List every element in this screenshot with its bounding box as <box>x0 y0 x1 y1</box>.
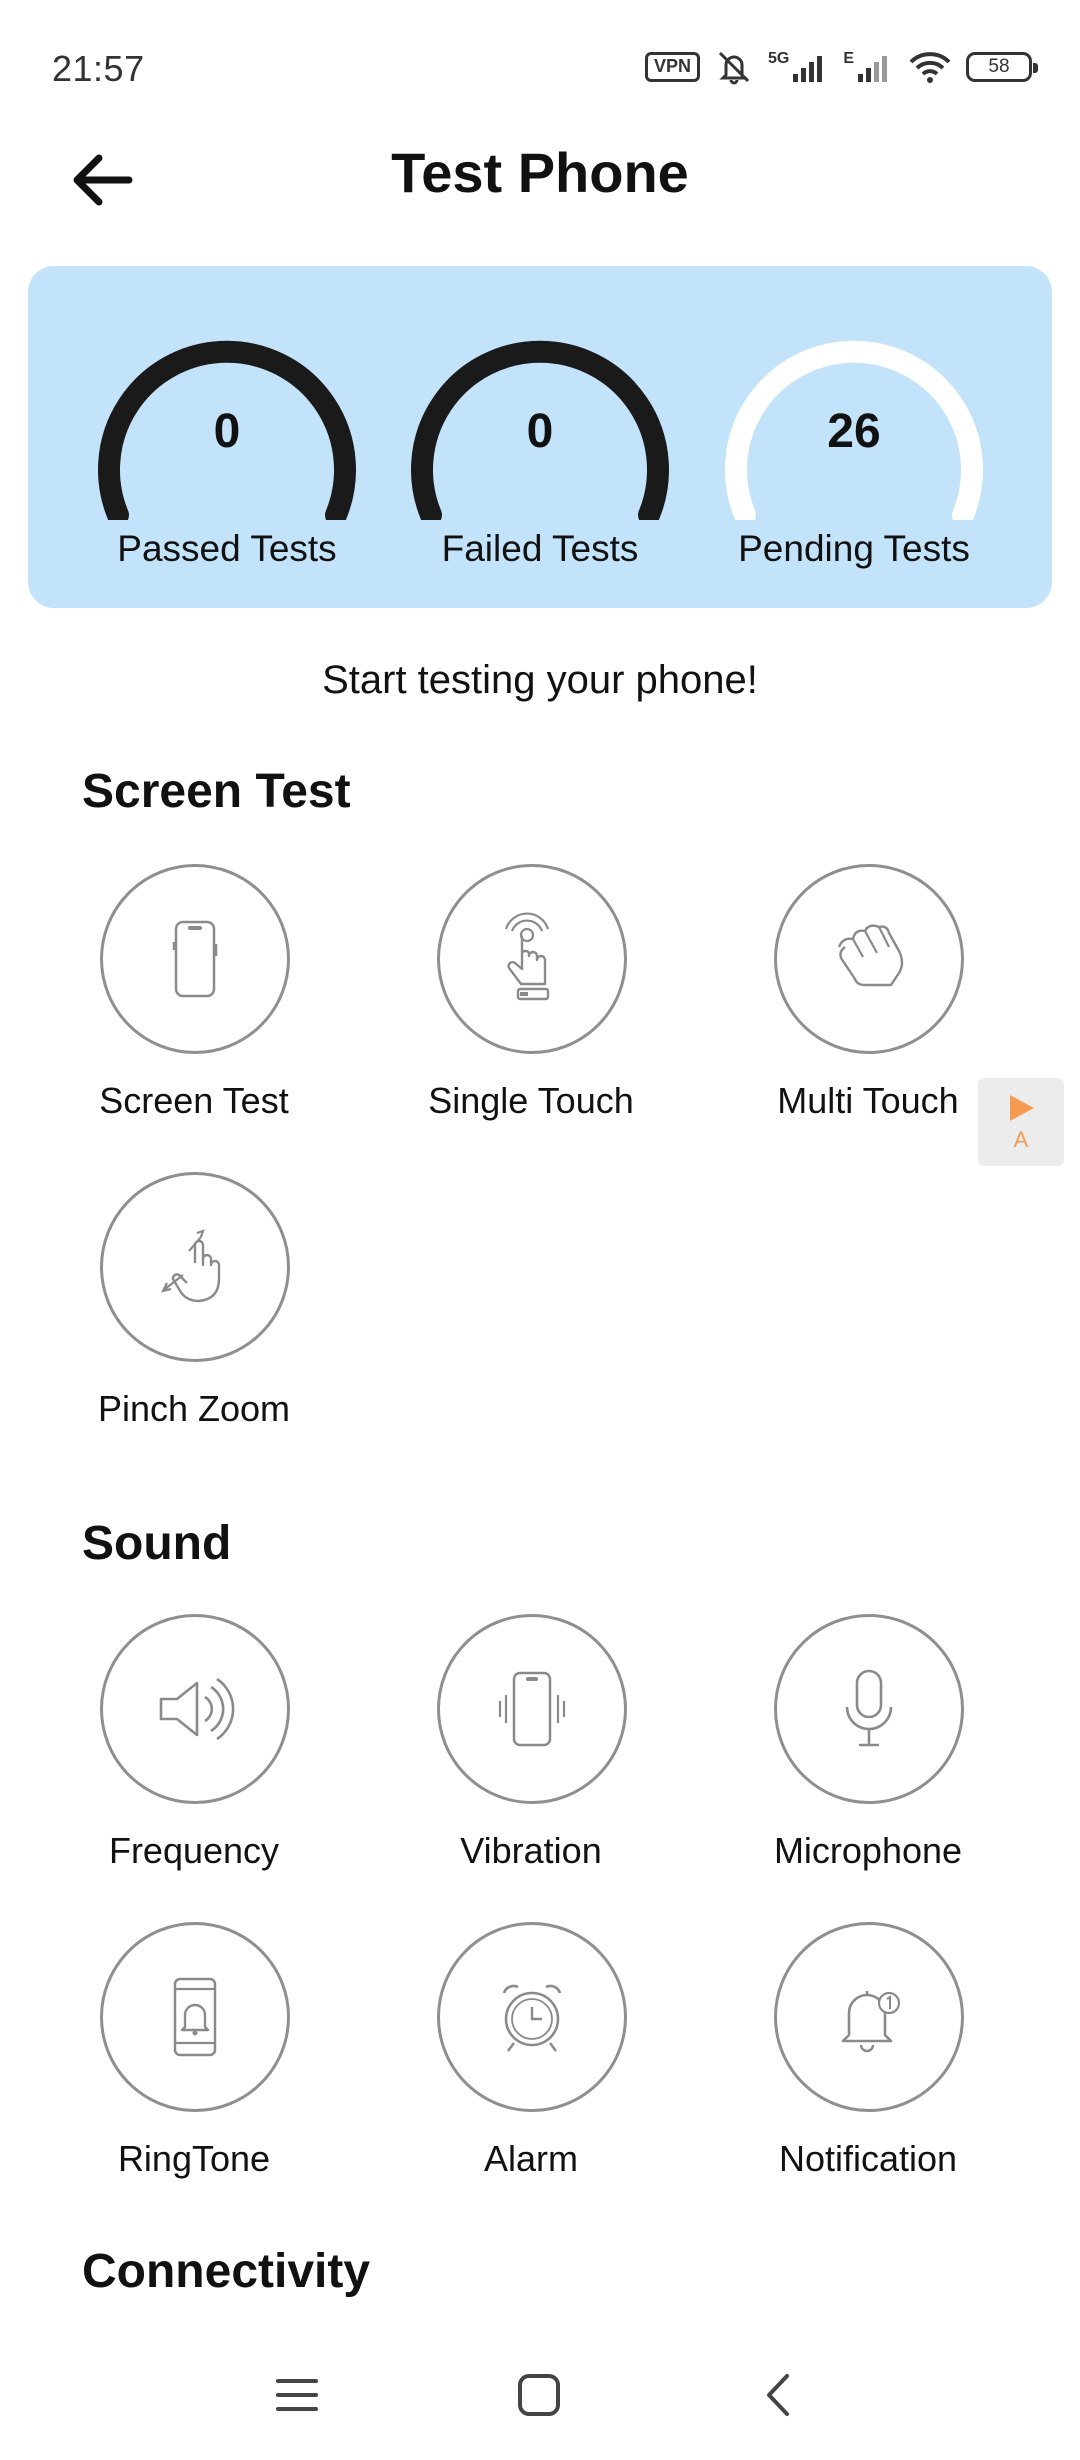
tile-label: Notification <box>778 2138 958 2179</box>
system-nav-bar <box>0 2330 1080 2460</box>
tile-label: Microphone <box>773 1830 963 1871</box>
failed-tests-label: Failed Tests <box>441 528 639 569</box>
tile-label: RingTone <box>117 2138 271 2179</box>
signal-5g-icon: 5G <box>768 50 829 84</box>
alarm-clock-icon <box>502 1984 562 2052</box>
menu-icon <box>276 2379 318 2411</box>
test-summary-card: 0 Passed Tests 0 Failed Tests 26 Pending… <box>28 266 1052 608</box>
tile-icon-circle <box>774 864 964 1054</box>
failed-tests-count: 0 <box>526 405 554 458</box>
test-tile-frequency[interactable]: Frequency <box>44 1614 344 1874</box>
test-tile-single-touch[interactable]: Single Touch <box>381 864 681 1124</box>
multi-touch-icon <box>837 924 904 987</box>
tile-label: Single Touch <box>428 1080 634 1121</box>
tile-label: Frequency <box>108 1830 280 1871</box>
test-tile-vibration[interactable]: Vibration <box>381 1614 681 1874</box>
passed-tests-count: 0 <box>213 405 241 458</box>
test-tile-ringtone[interactable]: RingTone <box>44 1922 344 2182</box>
pinch-zoom-icon <box>160 1229 221 1303</box>
floating-badge-letter: A <box>1013 1127 1029 1152</box>
intro-text: Start testing your phone! <box>322 658 758 702</box>
section-title-sound: Sound <box>82 1517 232 1570</box>
passed-tests-gauge: 0 Passed Tests <box>87 300 367 590</box>
tile-icon-circle <box>100 1172 290 1362</box>
tile-icon-circle <box>437 864 627 1054</box>
pending-tests-count: 26 <box>827 405 881 458</box>
test-tile-multi-touch[interactable]: Multi Touch <box>718 864 1018 1124</box>
muted-bell-icon <box>714 47 754 87</box>
test-tile-alarm[interactable]: Alarm <box>381 1922 681 2182</box>
vpn-badge: VPN <box>644 52 700 82</box>
status-icons: VPN 5G E 58 <box>644 44 1038 90</box>
tile-icon-circle <box>774 1922 964 2112</box>
test-tile-microphone[interactable]: Microphone <box>718 1614 1018 1874</box>
network-e-label: E <box>843 50 854 67</box>
tile-icon-circle <box>100 864 290 1054</box>
failed-tests-gauge: 0 Failed Tests <box>400 300 680 590</box>
battery-indicator: 58 <box>966 52 1038 82</box>
tile-icon-circle <box>100 1614 290 1804</box>
test-tile-notification[interactable]: Notification <box>718 1922 1018 2182</box>
speaker-icon <box>159 1677 235 1741</box>
single-touch-icon <box>504 912 550 1001</box>
nav-menu-button[interactable] <box>252 2350 342 2440</box>
tile-label: Alarm <box>483 2138 578 2179</box>
test-tile-pinch-zoom[interactable]: Pinch Zoom <box>44 1172 344 1432</box>
tile-icon-circle <box>437 1922 627 2112</box>
floating-assist-button[interactable]: A <box>978 1078 1064 1166</box>
app-header: Test Phone <box>0 130 1080 250</box>
nav-back-button[interactable] <box>734 2350 824 2440</box>
passed-tests-label: Passed Tests <box>117 528 337 569</box>
microphone-icon <box>845 1669 893 1747</box>
status-time: 21:57 <box>52 48 145 89</box>
pending-tests-label: Pending Tests <box>738 528 970 569</box>
tile-icon-circle <box>774 1614 964 1804</box>
home-square-icon <box>518 2374 560 2416</box>
tile-label: Vibration <box>460 1830 602 1871</box>
tile-label: Screen Test <box>99 1080 289 1121</box>
tile-icon-circle <box>437 1614 627 1804</box>
network-5g-label: 5G <box>767 50 790 67</box>
signal-e-icon: E <box>843 50 894 84</box>
chevron-left-icon <box>767 2374 789 2416</box>
page-title: Test Phone <box>391 141 689 204</box>
pending-tests-gauge: 26 Pending Tests <box>714 300 994 590</box>
section-title-screen: Screen Test <box>82 765 351 818</box>
play-icon <box>1010 1095 1034 1121</box>
test-tile-screen-test[interactable]: Screen Test <box>44 864 344 1124</box>
smartphone-icon <box>172 920 218 998</box>
section-title-connectivity: Connectivity <box>82 2245 371 2298</box>
nav-home-button[interactable] <box>494 2350 584 2440</box>
ringtone-icon <box>173 1977 217 2057</box>
tile-icon-circle <box>100 1922 290 2112</box>
wifi-icon <box>908 50 952 84</box>
notification-bell-icon <box>841 1991 901 2053</box>
vibration-icon <box>498 1671 566 1747</box>
tile-label: Pinch Zoom <box>97 1388 291 1429</box>
status-bar: 21:57 VPN 5G E 58 <box>0 0 1080 130</box>
